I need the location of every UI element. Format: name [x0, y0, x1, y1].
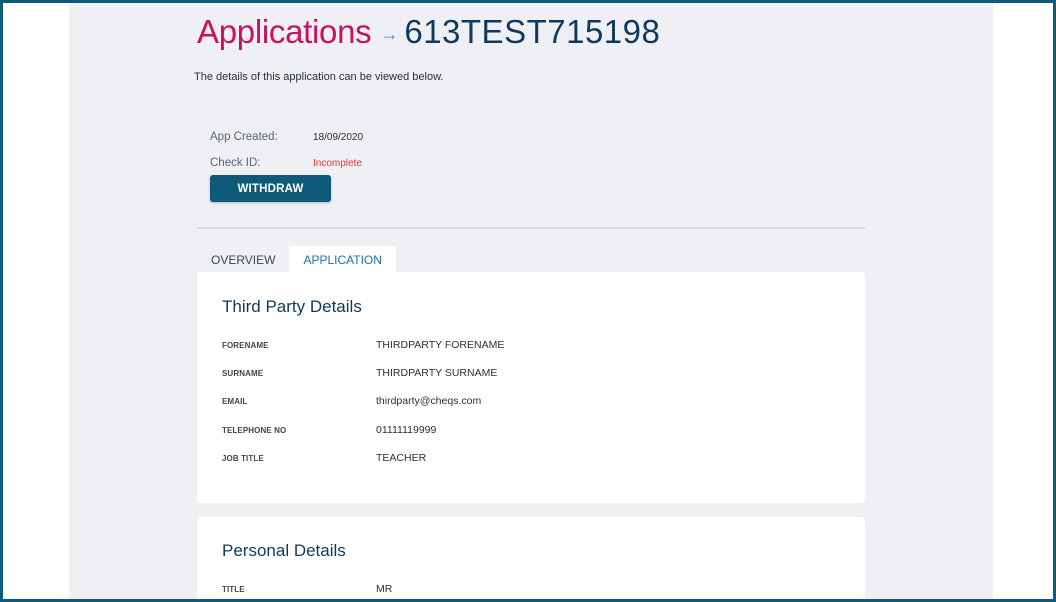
tab-overview[interactable]: OVERVIEW	[197, 246, 289, 272]
field-telephone: TELEPHONE NO 01111119999	[222, 421, 436, 439]
field-label: TITLE	[222, 584, 245, 594]
field-job-title: JOB TITLE TEACHER	[222, 449, 426, 467]
third-party-details-title: Third Party Details	[222, 297, 362, 316]
check-id-status: Incomplete	[313, 157, 362, 169]
breadcrumb-applications[interactable]: Applications	[197, 13, 372, 51]
field-value: THIRDPARTY FORENAME	[376, 339, 505, 351]
app-created-value: 18/09/2020	[313, 131, 364, 143]
field-value: TEACHER	[376, 452, 427, 464]
page-subtitle: The details of this application can be v…	[194, 71, 444, 83]
app-window: Applications → 613TEST715198 The details…	[0, 0, 1056, 602]
field-label: FORENAME	[222, 340, 269, 350]
application-id: 613TEST715198	[404, 13, 661, 50]
third-party-details-card: Third Party Details FORENAME THIRDPARTY …	[197, 272, 865, 503]
field-value: MR	[376, 583, 393, 595]
main-content: Applications → 613TEST715198 The details…	[69, 3, 993, 599]
app-created-label: App Created:	[210, 131, 278, 143]
field-email: EMAIL thirdparty@cheqs.com	[222, 392, 481, 410]
field-forename: FORENAME THIRDPARTY FORENAME	[222, 336, 504, 354]
withdraw-button[interactable]: WITHDRAW	[210, 175, 331, 202]
field-label: SURNAME	[222, 368, 264, 378]
check-id-row: Check ID: Incomplete	[210, 150, 363, 176]
tab-application[interactable]: APPLICATION	[289, 246, 396, 272]
arrow-right-icon: →	[380, 24, 399, 44]
personal-details-title: Personal Details	[222, 541, 346, 560]
personal-details-card: Personal Details TITLE MR	[197, 517, 865, 599]
field-value: THIRDPARTY SURNAME	[376, 367, 498, 379]
field-value: thirdparty@cheqs.com	[376, 395, 482, 407]
application-meta: App Created: 18/09/2020 Check ID: Incomp…	[210, 124, 363, 176]
check-id-label: Check ID:	[210, 157, 261, 169]
field-label: TELEPHONE NO	[222, 425, 287, 435]
section-divider	[197, 227, 865, 229]
page-title: Applications → 613TEST715198	[197, 13, 660, 51]
field-value: 01111119999	[376, 424, 437, 436]
field-surname: SURNAME THIRDPARTY SURNAME	[222, 364, 497, 382]
tab-bar: OVERVIEW APPLICATION	[197, 246, 396, 272]
app-created-row: App Created: 18/09/2020	[210, 124, 363, 150]
field-label: EMAIL	[222, 396, 248, 406]
field-title: TITLE MR	[222, 580, 392, 598]
field-label: JOB TITLE	[222, 453, 264, 463]
